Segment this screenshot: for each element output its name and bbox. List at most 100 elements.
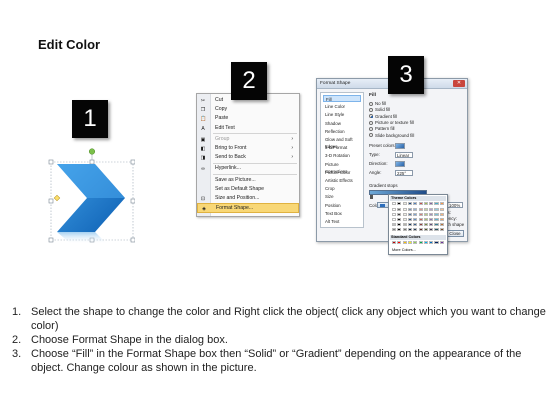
theme-color-swatch[interactable]: [397, 218, 402, 222]
theme-color-swatch[interactable]: [423, 228, 428, 232]
close-icon[interactable]: ✕: [453, 80, 465, 87]
theme-color-swatch[interactable]: [423, 208, 428, 212]
fill-option[interactable]: Picture or texture fill: [369, 120, 414, 126]
standard-color-swatch[interactable]: [392, 241, 397, 245]
menu-item-size-and-position[interactable]: ⊡ Size and Position...: [197, 194, 299, 204]
standard-color-swatch[interactable]: [429, 241, 434, 245]
field-dropdown[interactable]: [395, 142, 405, 149]
nav-item[interactable]: 3-D Rotation: [323, 152, 361, 159]
selected-chevron-shape[interactable]: [47, 148, 136, 244]
theme-color-swatch[interactable]: [418, 218, 423, 222]
theme-color-swatch[interactable]: [397, 228, 402, 232]
theme-color-swatch[interactable]: [407, 228, 413, 232]
close-button[interactable]: Close: [446, 230, 464, 237]
field-dropdown[interactable]: Linear: [395, 151, 413, 158]
theme-color-swatch[interactable]: [434, 228, 439, 232]
radio-button[interactable]: [369, 133, 373, 138]
nav-item[interactable]: Shadow: [323, 120, 361, 127]
theme-color-swatch[interactable]: [407, 202, 413, 206]
standard-color-swatch[interactable]: [434, 241, 439, 245]
menu-item-copy[interactable]: ❐ Copy: [197, 105, 299, 115]
theme-color-swatch[interactable]: [392, 228, 397, 232]
menu-item-bring-to-front[interactable]: ◧ Bring to Front ›: [197, 144, 299, 154]
menu-item-paste[interactable]: 📋 Paste: [197, 114, 299, 124]
resize-handle-l[interactable]: [48, 198, 54, 204]
theme-color-swatch[interactable]: [429, 208, 434, 212]
resize-handle-r[interactable]: [130, 198, 136, 204]
theme-color-swatch[interactable]: [407, 208, 413, 212]
theme-color-swatch[interactable]: [407, 218, 413, 222]
fill-option[interactable]: Pattern fill: [369, 126, 395, 132]
nav-item[interactable]: Line Style: [323, 111, 361, 118]
standard-color-swatch[interactable]: [439, 241, 444, 245]
theme-color-swatch[interactable]: [429, 202, 434, 206]
resize-handle-tr[interactable]: [130, 159, 136, 165]
theme-color-swatch[interactable]: [402, 223, 407, 227]
menu-item-format-shape[interactable]: ◈ Format Shape...: [197, 203, 299, 213]
fill-option[interactable]: Slide background fill: [369, 133, 414, 139]
theme-color-swatch[interactable]: [434, 218, 439, 222]
theme-color-swatch[interactable]: [413, 218, 418, 222]
gradient-stop-handle[interactable]: [370, 195, 373, 199]
standard-color-swatch[interactable]: [418, 241, 423, 245]
theme-color-swatch[interactable]: [392, 202, 397, 206]
theme-color-swatch[interactable]: [423, 213, 428, 217]
theme-color-swatch[interactable]: [407, 213, 413, 217]
theme-color-swatch[interactable]: [402, 228, 407, 232]
radio-button[interactable]: [369, 101, 373, 106]
theme-color-swatch[interactable]: [418, 223, 423, 227]
nav-item[interactable]: Alt Text: [323, 218, 361, 225]
radio-button[interactable]: [369, 108, 373, 113]
nav-item[interactable]: Position: [323, 202, 361, 209]
nav-item[interactable]: Reflection: [323, 128, 361, 135]
standard-color-swatch[interactable]: [413, 241, 418, 245]
theme-color-swatch[interactable]: [423, 223, 428, 227]
theme-color-swatch[interactable]: [439, 213, 444, 217]
standard-color-swatch[interactable]: [423, 241, 428, 245]
theme-color-swatch[interactable]: [439, 218, 444, 222]
nav-item[interactable]: Picture Color: [323, 169, 361, 176]
theme-color-swatch[interactable]: [429, 223, 434, 227]
menu-item-group[interactable]: ▣ Group ›: [197, 135, 299, 145]
nav-item[interactable]: Line Color: [323, 103, 361, 110]
theme-color-swatch[interactable]: [434, 208, 439, 212]
theme-color-swatch[interactable]: [413, 202, 418, 206]
radio-button[interactable]: [369, 120, 373, 125]
nav-item[interactable]: Fill: [323, 95, 361, 103]
field-dropdown[interactable]: [395, 160, 405, 167]
chevron-shape-graphic[interactable]: [47, 148, 136, 244]
menu-item-edit-text[interactable]: A Edit Text: [197, 124, 299, 134]
theme-color-swatch[interactable]: [392, 223, 397, 227]
theme-color-swatch[interactable]: [413, 213, 418, 217]
radio-button[interactable]: [369, 114, 373, 119]
standard-color-swatch[interactable]: [402, 241, 407, 245]
nav-item[interactable]: 3-D Format: [323, 144, 361, 151]
fill-option[interactable]: Gradient fill: [369, 114, 397, 120]
theme-color-swatch[interactable]: [418, 213, 423, 217]
nav-item[interactable]: Glow and Soft Edges: [323, 136, 361, 149]
nav-item[interactable]: Size: [323, 193, 361, 200]
theme-color-swatch[interactable]: [397, 202, 402, 206]
theme-color-swatch[interactable]: [434, 213, 439, 217]
nav-item[interactable]: Artistic Effects: [323, 177, 361, 184]
menu-item-save-as-picture[interactable]: Save as Picture...: [197, 176, 299, 186]
theme-color-swatch[interactable]: [392, 213, 397, 217]
theme-color-swatch[interactable]: [413, 228, 418, 232]
nav-item[interactable]: Picture Corrections: [323, 161, 361, 174]
theme-color-swatch[interactable]: [402, 208, 407, 212]
fill-option[interactable]: Solid fill: [369, 107, 390, 113]
radio-button[interactable]: [369, 127, 373, 132]
standard-color-swatch[interactable]: [407, 241, 413, 245]
resize-handle-br[interactable]: [130, 237, 136, 243]
theme-color-swatch[interactable]: [418, 202, 423, 206]
theme-color-swatch[interactable]: [434, 202, 439, 206]
theme-color-swatch[interactable]: [402, 218, 407, 222]
theme-color-swatch[interactable]: [439, 208, 444, 212]
theme-color-swatch[interactable]: [413, 208, 418, 212]
theme-color-swatch[interactable]: [402, 213, 407, 217]
theme-color-swatch[interactable]: [392, 218, 397, 222]
theme-color-swatch[interactable]: [429, 213, 434, 217]
field-dropdown[interactable]: 225°: [395, 169, 413, 176]
theme-color-swatch[interactable]: [423, 202, 428, 206]
theme-color-swatch[interactable]: [439, 202, 444, 206]
